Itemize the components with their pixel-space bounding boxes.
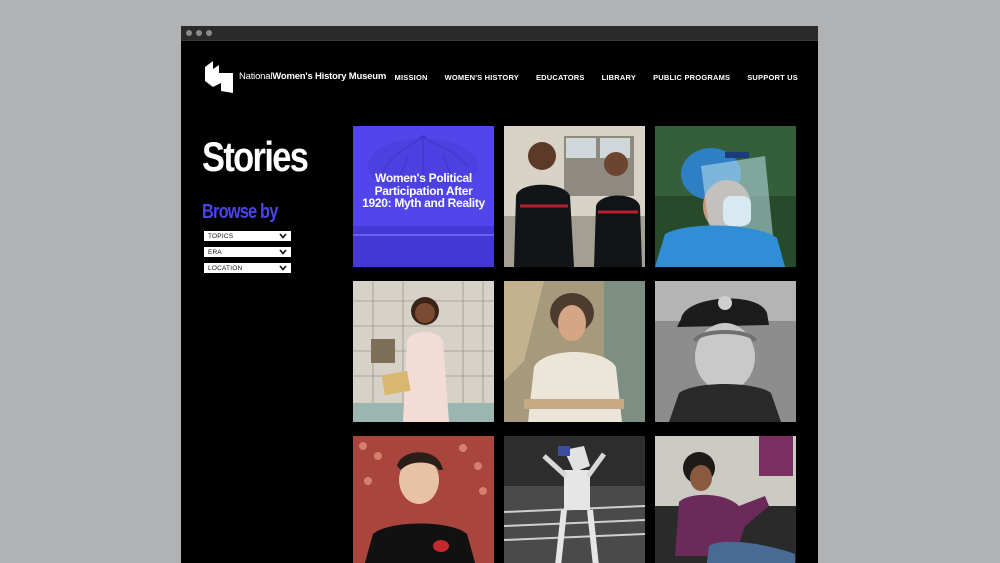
story-card-pink-suit[interactable]: [353, 281, 494, 422]
story-card-painting[interactable]: [504, 281, 645, 422]
officer-portrait-image: [655, 281, 796, 422]
site-name-main: Women's History Museum: [272, 71, 387, 83]
story-card-healthcare[interactable]: [655, 126, 796, 267]
story-card-featured[interactable]: Women's Political Participation After 19…: [353, 126, 494, 267]
woman-pink-suit-image: [353, 281, 494, 422]
nav-public-programs[interactable]: PUBLIC PROGRAMS: [653, 73, 730, 82]
story-card-officer[interactable]: [655, 281, 796, 422]
window-dot-icon: [206, 30, 212, 36]
filter-era-select[interactable]: ERA: [203, 246, 292, 258]
nav-library[interactable]: LIBRARY: [602, 73, 636, 82]
filter-topics-select[interactable]: TOPICS: [203, 230, 292, 242]
browser-window: NationalWomen's History Museum MISSION W…: [181, 26, 818, 563]
athlete-photo-image: [353, 436, 494, 563]
nav-educators[interactable]: EDUCATORS: [536, 73, 585, 82]
main-nav: MISSION WOMEN'S HISTORY EDUCATORS LIBRAR…: [395, 73, 798, 82]
painted-portrait-image: [504, 281, 645, 422]
story-card-marines[interactable]: [504, 126, 645, 267]
window-dot-icon: [196, 30, 202, 36]
nav-womens-history[interactable]: WOMEN'S HISTORY: [445, 73, 519, 82]
nav-mission[interactable]: MISSION: [395, 73, 428, 82]
site-logo[interactable]: NationalWomen's History Museum: [203, 58, 386, 96]
museum-logo-icon: [205, 61, 233, 93]
window-dot-icon: [186, 30, 192, 36]
chevron-down-icon: [279, 249, 287, 255]
story-card-couch[interactable]: [655, 436, 796, 563]
filter-label: LOCATION: [208, 264, 243, 272]
filter-location-select[interactable]: LOCATION: [203, 262, 292, 274]
browse-heading: Browse by: [202, 201, 278, 223]
site-name: NationalWomen's History Museum: [239, 72, 386, 82]
healthcare-worker-image: [655, 126, 796, 267]
story-card-athlete[interactable]: [353, 436, 494, 563]
story-card-caption: Women's Political Participation After 19…: [362, 171, 485, 211]
chevron-down-icon: [279, 233, 287, 239]
story-card-wrestling[interactable]: [504, 436, 645, 563]
filter-label: ERA: [208, 248, 222, 256]
wrestling-photo-image: [504, 436, 645, 563]
site-name-prefix: National: [239, 71, 273, 83]
woman-on-couch-image: [655, 436, 796, 563]
filter-label: TOPICS: [208, 232, 234, 240]
chevron-down-icon: [279, 265, 287, 271]
page-title: Stories: [202, 133, 309, 180]
nav-support-us[interactable]: SUPPORT US: [747, 73, 798, 82]
marines-photo-image: [504, 126, 645, 267]
window-titlebar: [181, 26, 818, 41]
